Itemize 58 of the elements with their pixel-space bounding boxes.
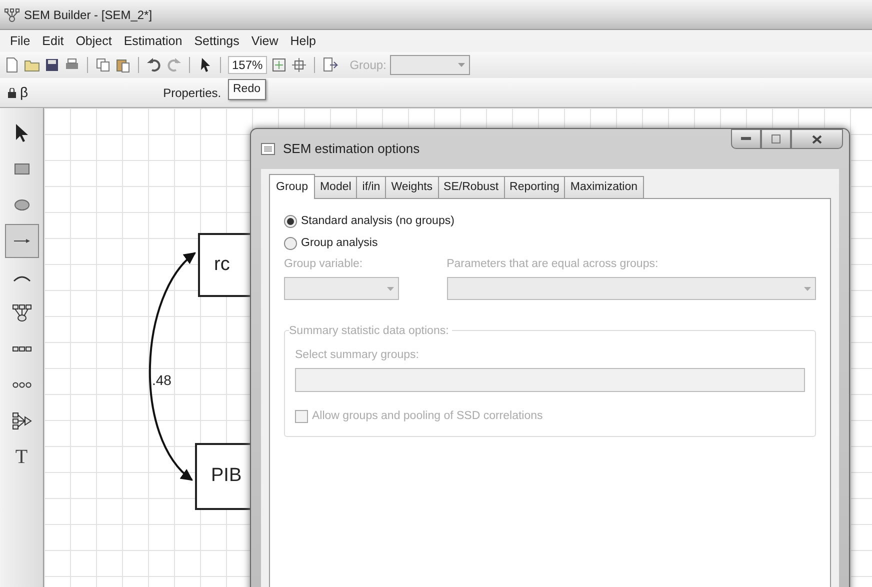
oval-icon [14, 199, 30, 211]
app-icon [4, 8, 20, 22]
tab[interactable]: Weights [385, 176, 439, 198]
menu-item[interactable]: Estimation [118, 32, 188, 50]
box-row-icon [12, 346, 32, 352]
tab[interactable]: SE/Robust [438, 176, 505, 198]
regression-icon [12, 412, 32, 430]
tab[interactable]: Maximization [564, 176, 644, 198]
field-label: Select summary groups: [295, 348, 420, 363]
zoom-extent-icon[interactable] [290, 57, 307, 73]
dropdown-arrow-icon [458, 63, 466, 67]
arrow-icon [12, 238, 30, 244]
menu-item[interactable]: File [4, 32, 36, 50]
tab[interactable]: Model [314, 176, 358, 198]
minimize-button[interactable] [731, 129, 761, 149]
dialog-icon [261, 143, 275, 155]
maximize-button[interactable] [761, 129, 791, 149]
tab[interactable]: Group [269, 174, 315, 200]
beta-toggle[interactable]: β [20, 82, 28, 103]
tooltip: Redo [228, 79, 266, 100]
minimize-icon [741, 137, 751, 141]
radio-label: Standard analysis (no groups) [301, 214, 454, 230]
menu-item[interactable]: View [245, 32, 284, 50]
menu-item[interactable]: Help [284, 32, 322, 50]
window-title: SEM Builder - [SEM_2*] [24, 6, 152, 24]
radio-label: Group analysis [301, 236, 378, 250]
maximize-icon [771, 134, 781, 144]
checkbox-label: Allow groups and pooling of SSD correlations [312, 409, 543, 424]
radio-button[interactable] [284, 236, 297, 250]
paste-icon[interactable] [115, 57, 131, 73]
dropdown-arrow-icon [804, 286, 811, 290]
pointer-icon [14, 123, 28, 143]
fit-icon[interactable] [270, 57, 287, 73]
zoom-combo[interactable]: 157% [228, 56, 267, 74]
properties-label: Properties. [163, 84, 222, 102]
text-tool[interactable]: T [4, 440, 38, 474]
path-label: .48 [152, 371, 172, 390]
tab[interactable]: if/in [356, 176, 386, 198]
measurement-icon [12, 304, 32, 322]
menu-item[interactable]: Object [70, 32, 118, 50]
copy-icon[interactable] [95, 57, 111, 73]
rectangle-icon [14, 163, 30, 175]
circle-row-icon [12, 382, 32, 388]
dropdown-arrow-icon [386, 286, 394, 290]
dialog-title: SEM estimation options [283, 140, 420, 158]
close-button[interactable] [791, 129, 843, 149]
lock-icon[interactable] [8, 88, 16, 98]
group-label: Group: [350, 57, 386, 74]
field-label: Parameters that are equal across groups: [446, 256, 660, 272]
export-icon[interactable] [322, 57, 338, 73]
menu-item[interactable]: Edit [36, 32, 70, 50]
menu-item[interactable]: Settings [188, 32, 246, 50]
new-file-icon[interactable] [4, 57, 20, 73]
tab[interactable]: Reporting [504, 176, 566, 198]
undo-icon[interactable] [146, 57, 162, 73]
save-icon[interactable] [44, 57, 60, 73]
radio-button[interactable] [284, 215, 297, 228]
close-icon [812, 134, 822, 144]
